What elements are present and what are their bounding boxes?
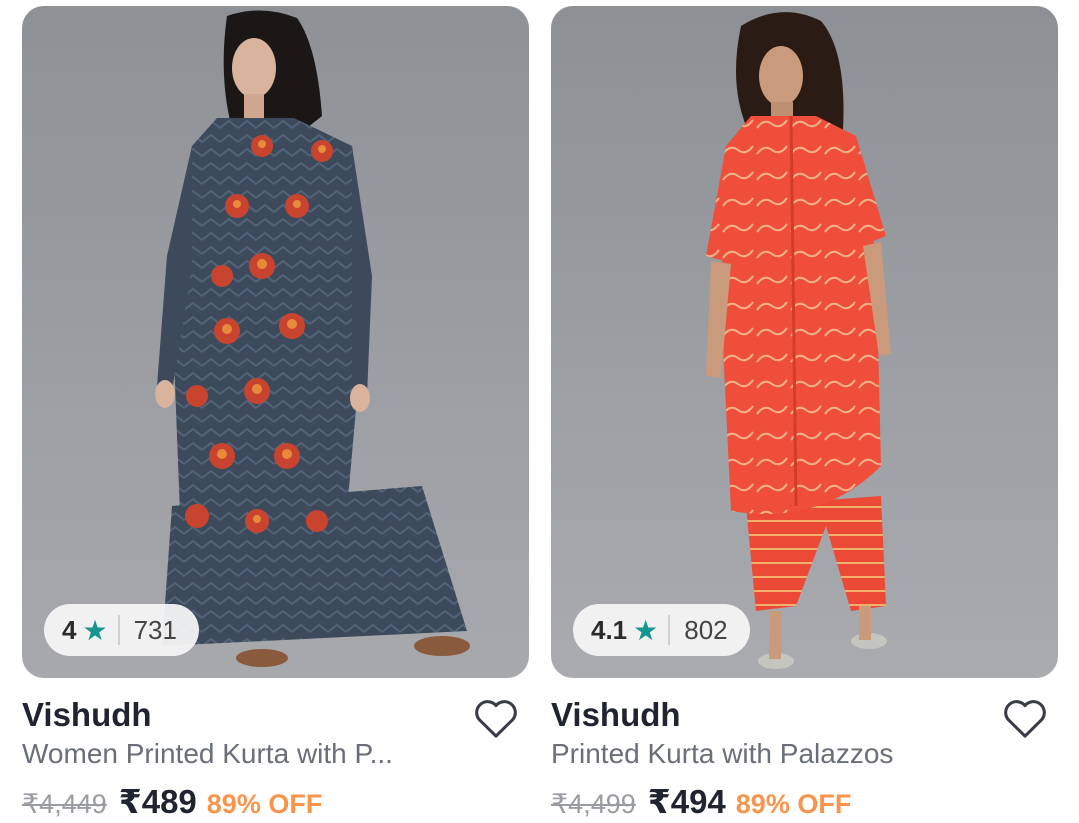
heart-icon <box>475 700 517 738</box>
rating-score: 4.1 <box>591 614 628 645</box>
selling-price: ₹489 <box>118 783 197 820</box>
selling-price: ₹494 <box>647 783 726 820</box>
rating-score: 4 <box>62 614 77 645</box>
star-icon: ★ <box>82 614 108 646</box>
product-title: Women Printed Kurta with P... <box>22 738 393 769</box>
price-row: ₹4,499 ₹494 89% OFF <box>551 782 851 821</box>
rating-count: 731 <box>133 614 177 645</box>
product-card[interactable]: 4.1 ★ 802 Vishudh Printed Kurta with Pal… <box>551 6 1058 823</box>
discount-label: 89% OFF <box>206 789 323 819</box>
mrp-price: ₹4,449 <box>22 789 107 819</box>
mrp-price: ₹4,499 <box>551 789 636 819</box>
product-brand: Vishudh <box>22 696 152 733</box>
product-card[interactable]: 4 ★ 731 Vishudh Women Printed Kurta with… <box>22 6 529 823</box>
wishlist-button[interactable] <box>470 692 522 744</box>
wishlist-button[interactable] <box>999 692 1051 744</box>
product-brand: Vishudh <box>551 696 681 733</box>
rating-badge: 4 ★ 731 <box>44 604 199 656</box>
product-photo <box>551 6 1058 678</box>
product-photo <box>22 6 529 678</box>
rating-divider <box>117 615 120 645</box>
heart-icon <box>1004 700 1046 738</box>
product-image[interactable]: 4.1 ★ 802 <box>551 6 1058 678</box>
rating-count: 802 <box>684 614 728 645</box>
rating-badge: 4.1 ★ 802 <box>573 604 750 656</box>
star-icon: ★ <box>633 614 659 646</box>
rating-divider <box>668 615 671 645</box>
product-title: Printed Kurta with Palazzos <box>551 738 894 769</box>
product-image[interactable]: 4 ★ 731 <box>22 6 529 678</box>
price-row: ₹4,449 ₹489 89% OFF <box>22 782 322 821</box>
product-grid: 4 ★ 731 Vishudh Women Printed Kurta with… <box>0 0 1079 823</box>
discount-label: 89% OFF <box>735 789 852 819</box>
